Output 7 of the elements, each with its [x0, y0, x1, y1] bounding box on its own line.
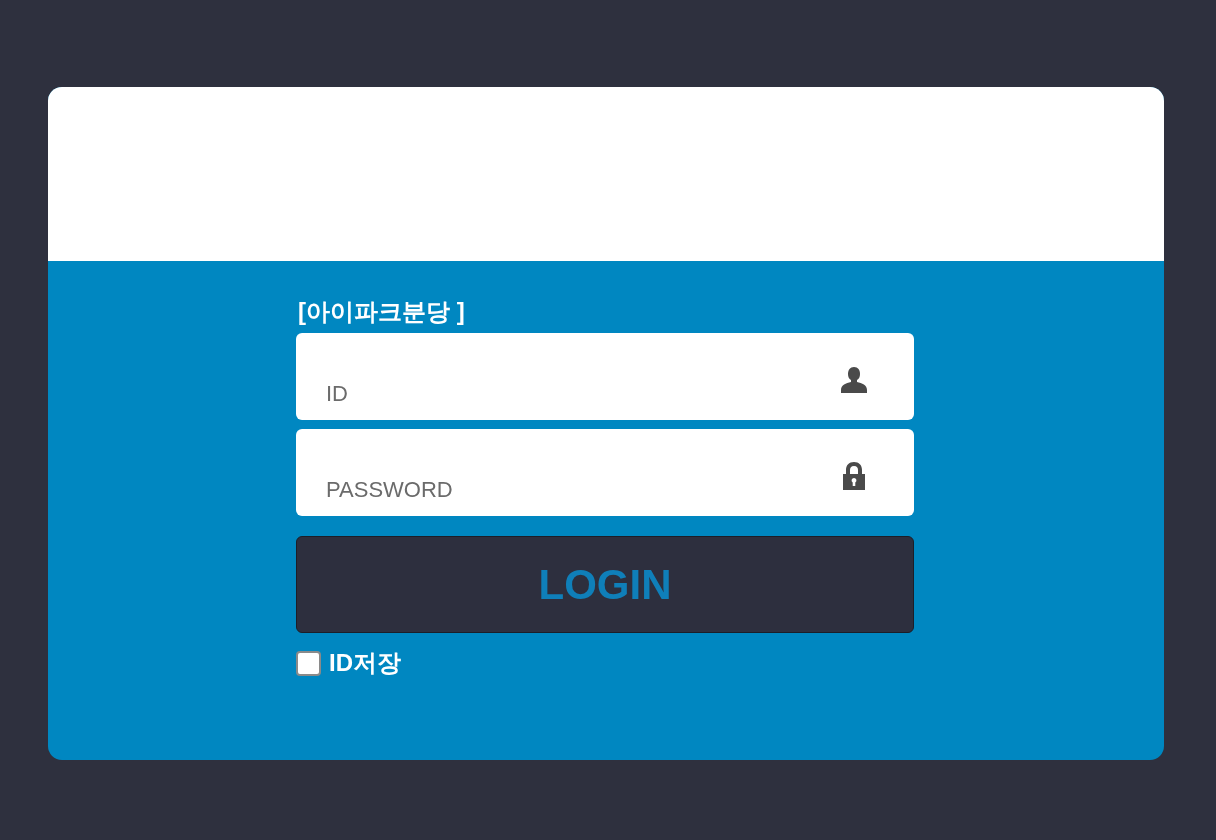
id-field[interactable]: ID — [296, 333, 914, 420]
branch-title: [아이파크분당 ] — [297, 297, 466, 327]
person-icon — [838, 364, 870, 396]
remember-checkbox[interactable] — [296, 650, 321, 676]
login-button[interactable]: LOGIN — [296, 536, 914, 633]
remember-id-label[interactable]: ID저장 — [329, 648, 401, 678]
password-field[interactable]: PASSWORD — [296, 429, 914, 516]
